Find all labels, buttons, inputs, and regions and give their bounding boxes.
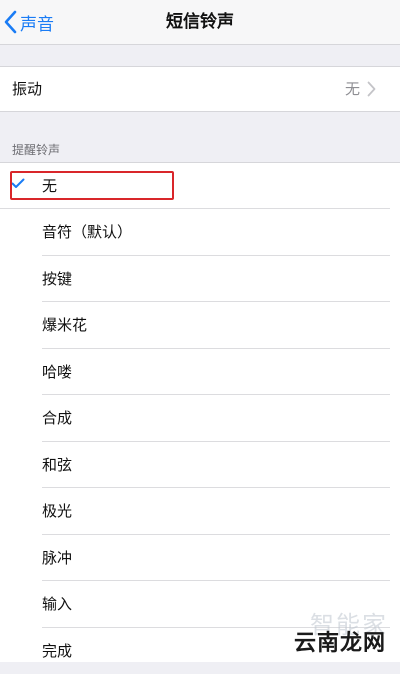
tone-label: 哈喽 xyxy=(42,363,73,381)
tone-row[interactable]: 音符（默认） xyxy=(0,209,400,256)
watermark: 智能家 云南龙网 xyxy=(290,609,390,656)
tone-label: 脉冲 xyxy=(42,549,73,567)
tone-row[interactable]: 合成 xyxy=(0,395,400,442)
vibration-value: 无 xyxy=(344,80,360,98)
alert-tones-header: 提醒铃声 xyxy=(12,143,61,157)
tone-label: 和弦 xyxy=(42,456,73,474)
vibration-row[interactable]: 振动 无 xyxy=(0,66,400,112)
tone-row[interactable]: 和弦 xyxy=(0,442,400,488)
tone-label: 按键 xyxy=(42,270,73,288)
vibration-label: 振动 xyxy=(12,80,43,98)
tone-label: 音符（默认） xyxy=(42,223,133,241)
tone-row-none[interactable]: 无 xyxy=(0,163,400,209)
tone-row[interactable]: 爆米花 xyxy=(0,302,400,349)
tone-label: 完成 xyxy=(42,642,73,660)
tone-row[interactable]: 哈喽 xyxy=(0,349,400,395)
tone-row[interactable]: 极光 xyxy=(0,488,400,535)
navigation-bar: 声音 短信铃声 xyxy=(0,0,400,45)
tone-label: 极光 xyxy=(42,502,73,520)
tone-label: 爆米花 xyxy=(42,316,88,334)
tone-label: 合成 xyxy=(42,409,73,427)
tone-row[interactable]: 按键 xyxy=(0,256,400,302)
alert-tones-list: 无 音符（默认） 按键 爆米花 哈喽 合成 和弦 极光 脉冲 输入 完成 xyxy=(0,162,400,662)
watermark-bottom-text: 云南龙网 xyxy=(293,631,386,656)
highlight-box xyxy=(10,171,174,200)
chevron-right-icon xyxy=(367,81,376,97)
tone-row[interactable]: 脉冲 xyxy=(0,535,400,581)
tone-label: 输入 xyxy=(42,595,73,613)
page-title: 短信铃声 xyxy=(166,12,234,32)
